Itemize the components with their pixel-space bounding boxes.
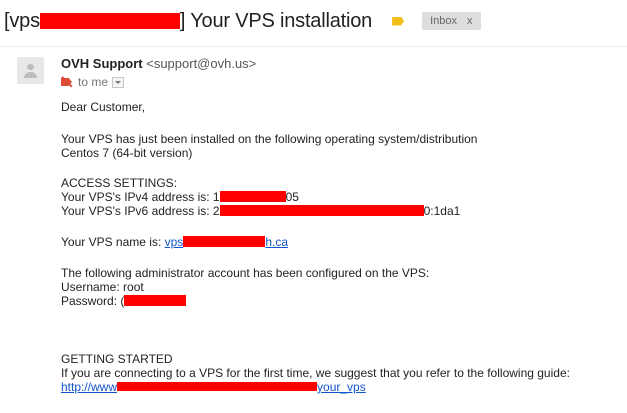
vps-name-redacted: [183, 236, 266, 247]
access-settings-heading: ACCESS SETTINGS:: [61, 176, 178, 190]
avatar[interactable]: [17, 57, 44, 84]
guide-link-redacted: [117, 382, 318, 391]
email-subject: [vps ] Your VPS installation: [4, 10, 372, 33]
password-label: Password:: [61, 294, 121, 308]
password-line: Password: (: [61, 294, 187, 308]
vps-name-link-start: vps: [164, 235, 184, 249]
subject-row: [vps ] Your VPS installation Inbox x: [4, 6, 481, 36]
ipv4-line: Your VPS's IPv4 address is: 1 05: [61, 190, 299, 204]
header-divider: [0, 46, 627, 47]
intro-line-2: Centos 7 (64-bit version): [61, 146, 193, 160]
remove-label-button[interactable]: x: [467, 15, 473, 27]
vps-name-label: Your VPS name is:: [61, 235, 165, 249]
password-redacted: [124, 295, 187, 306]
username-line: Username: root: [61, 280, 144, 294]
guide-line: If you are connecting to a VPS for the f…: [61, 366, 570, 380]
vps-name-line: Your VPS name is: vps h.ca: [61, 235, 288, 249]
vps-name-link-end: h.ca: [265, 235, 288, 249]
subject-suffix: ] Your VPS installation: [179, 9, 373, 32]
guide-link-start: http://www: [61, 380, 118, 394]
sender-name[interactable]: OVH Support: [61, 56, 143, 71]
importance-marker-icon[interactable]: [61, 76, 73, 88]
sender-line: OVH Support <support@ovh.us>: [61, 56, 256, 71]
sender-email: <support@ovh.us>: [146, 56, 257, 71]
getting-started-heading: GETTING STARTED: [61, 352, 173, 366]
ipv4-redacted: [219, 191, 286, 202]
subject-redacted: [39, 12, 180, 29]
ipv6-label: Your VPS's IPv6 address is: 2: [61, 204, 220, 218]
to-me-label: to me: [78, 75, 109, 89]
label-tag-icon[interactable]: [392, 16, 405, 26]
avatar-person-body: [24, 72, 37, 78]
ipv6-end: 0:1da1: [423, 204, 461, 218]
show-details-dropdown-icon[interactable]: [112, 76, 125, 88]
avatar-person-icon: [27, 64, 34, 70]
intro-line-1: Your VPS has just been installed on the …: [61, 132, 478, 146]
greeting: Dear Customer,: [61, 100, 146, 114]
guide-link[interactable]: http://www your_vps: [61, 380, 366, 394]
recipient-line: to me: [61, 75, 125, 89]
ipv6-line: Your VPS's IPv6 address is: 2 0:1da1: [61, 204, 460, 218]
inbox-label-text: Inbox: [430, 15, 458, 27]
subject-prefix: [vps: [4, 9, 40, 32]
guide-link-end: your_vps: [317, 380, 366, 394]
vps-name-link[interactable]: vps h.ca: [165, 235, 288, 249]
admin-account-line: The following administrator account has …: [61, 266, 430, 280]
ipv6-redacted: [219, 205, 424, 216]
inbox-label-chip[interactable]: Inbox x: [422, 12, 481, 30]
ipv4-label: Your VPS's IPv4 address is: 1: [61, 190, 220, 204]
ipv4-end: 05: [285, 190, 299, 204]
guide-link-line: http://www your_vps: [61, 380, 366, 394]
